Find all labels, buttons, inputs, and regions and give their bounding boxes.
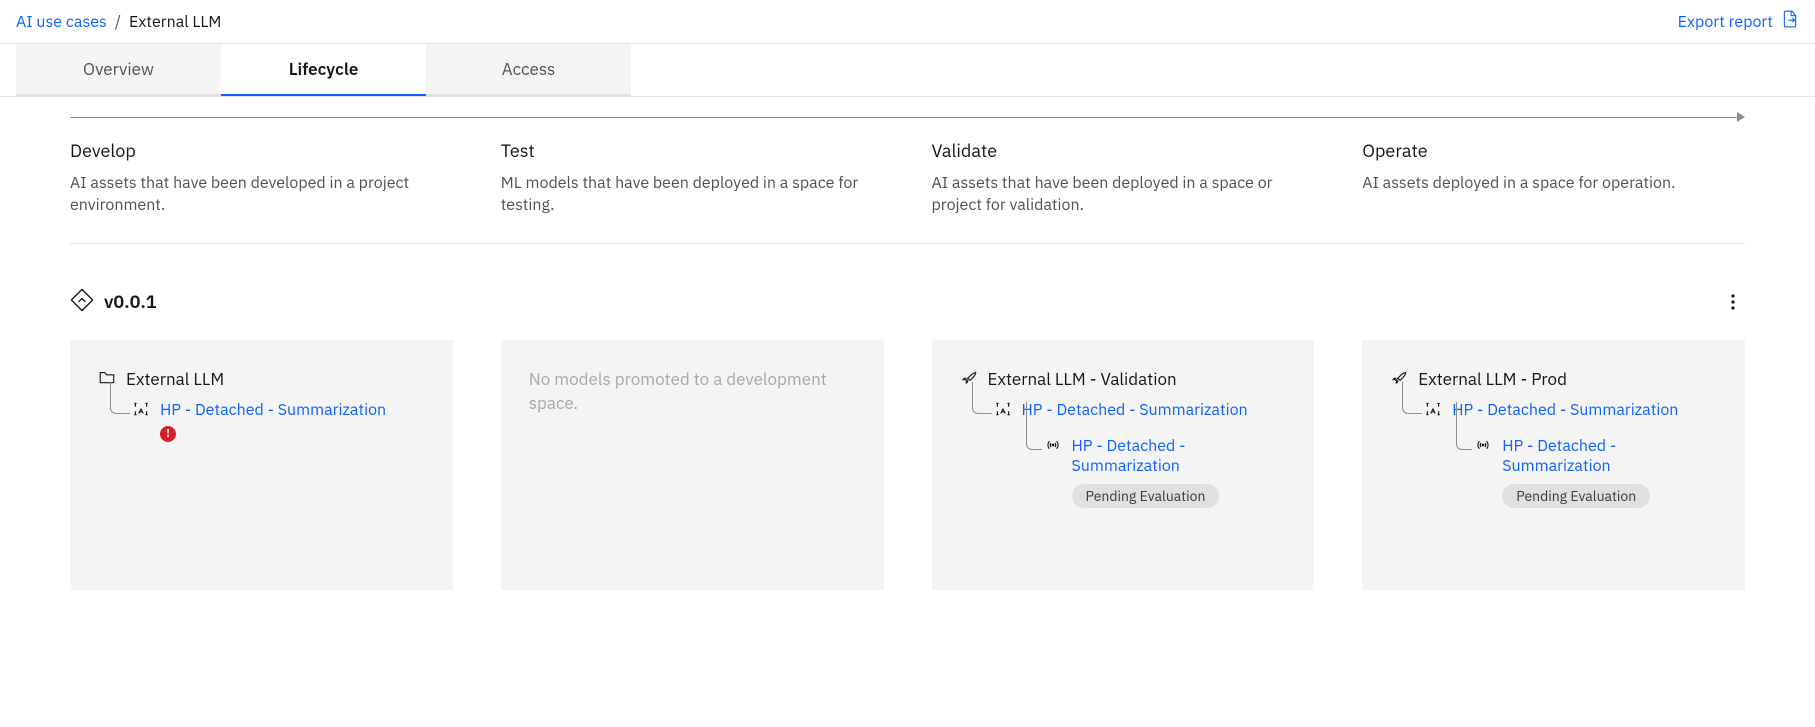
card-develop: External LLM	[70, 340, 453, 590]
stage-operate: Operate AI assets deployed in a space fo…	[1362, 135, 1745, 237]
tab-overview[interactable]: Overview	[16, 44, 221, 96]
validate-container: External LLM - Validation	[960, 368, 1287, 390]
content-area: Develop AI assets that have been develop…	[0, 111, 1815, 630]
stage-develop: Develop AI assets that have been develop…	[70, 135, 453, 237]
operate-asset-link[interactable]: HP - Detached - Summarization	[1452, 400, 1678, 420]
export-report-label: Export report	[1678, 12, 1773, 32]
export-icon	[1781, 10, 1799, 33]
stage-title: Operate	[1362, 139, 1745, 162]
validate-asset: HP - Detached - Summarization	[994, 400, 1287, 508]
tabs: Overview Lifecycle Access	[0, 44, 1815, 97]
card-test: No models promoted to a development spac…	[501, 340, 884, 590]
export-report-button[interactable]: Export report	[1678, 10, 1799, 33]
stage-test: Test ML models that have been deployed i…	[501, 135, 884, 237]
stage-separator	[70, 243, 1745, 244]
validate-nested-asset-link[interactable]: HP - Detached - Summarization	[1072, 436, 1186, 476]
develop-container-title: External LLM	[126, 368, 224, 390]
broadcast-icon	[1044, 436, 1062, 458]
card-validate: External LLM - Validation	[932, 340, 1315, 590]
prompt-icon	[132, 400, 150, 422]
prompt-icon	[1424, 400, 1442, 422]
operate-container-title: External LLM - Prod	[1418, 368, 1567, 390]
error-icon: !	[160, 426, 176, 442]
develop-container: External LLM	[98, 368, 425, 390]
status-badge: Pending Evaluation	[1072, 484, 1220, 508]
prompt-icon	[994, 400, 1012, 422]
stage-validate: Validate AI assets that have been deploy…	[932, 135, 1315, 237]
version-overflow-menu[interactable]	[1721, 290, 1745, 314]
test-placeholder: No models promoted to a development spac…	[529, 368, 856, 416]
tab-access[interactable]: Access	[426, 44, 631, 96]
breadcrumb: AI use cases / External LLM	[16, 12, 221, 32]
stage-desc: AI assets that have been developed in a …	[70, 172, 453, 217]
stage-desc: AI assets that have been deployed in a s…	[932, 172, 1315, 217]
validate-asset-link[interactable]: HP - Detached - Summarization	[1022, 400, 1248, 420]
stage-title: Test	[501, 139, 884, 162]
tab-lifecycle[interactable]: Lifecycle	[221, 44, 426, 96]
version-label: v0.0.1	[104, 290, 157, 313]
breadcrumb-separator: /	[115, 12, 121, 32]
card-operate: External LLM - Prod	[1362, 340, 1745, 590]
lifecycle-arrow	[70, 111, 1745, 125]
broadcast-icon	[1474, 436, 1492, 458]
breadcrumb-parent-link[interactable]: AI use cases	[16, 12, 107, 32]
operate-container: External LLM - Prod	[1390, 368, 1717, 390]
validate-nested-asset: HP - Detached - Summarization Pending Ev…	[1044, 436, 1287, 508]
stage-desc: ML models that have been deployed in a s…	[501, 172, 884, 217]
breadcrumb-current: External LLM	[129, 12, 221, 32]
top-bar: AI use cases / External LLM Export repor…	[0, 0, 1815, 44]
stage-title: Validate	[932, 139, 1315, 162]
status-badge: Pending Evaluation	[1502, 484, 1650, 508]
cards-row: External LLM	[70, 340, 1745, 590]
operate-asset: HP - Detached - Summarization	[1424, 400, 1717, 508]
stage-headers: Develop AI assets that have been develop…	[70, 135, 1745, 244]
version-icon	[70, 288, 94, 316]
stage-title: Develop	[70, 139, 453, 162]
operate-nested-asset-link[interactable]: HP - Detached - Summarization	[1502, 436, 1616, 476]
develop-asset: HP - Detached - Summarization !	[132, 400, 425, 442]
validate-container-title: External LLM - Validation	[988, 368, 1177, 390]
stage-desc: AI assets deployed in a space for operat…	[1362, 172, 1745, 194]
version-row: v0.0.1	[70, 288, 1745, 316]
operate-nested-asset: HP - Detached - Summarization Pending Ev…	[1474, 436, 1717, 508]
develop-asset-link[interactable]: HP - Detached - Summarization	[160, 400, 386, 420]
